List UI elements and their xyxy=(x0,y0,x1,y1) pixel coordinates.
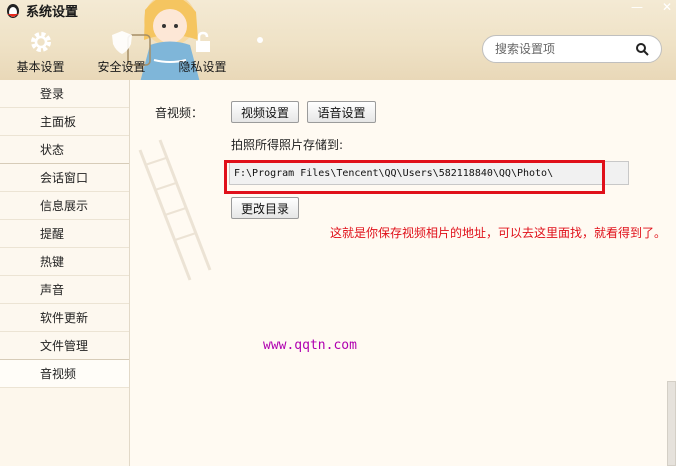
sidebar-item-sound[interactable]: 声音 xyxy=(0,276,129,304)
scrollbar[interactable] xyxy=(667,80,676,466)
sidebar-item-audio-video[interactable]: 音视频 xyxy=(0,360,129,388)
sidebar-item-hotkey[interactable]: 热键 xyxy=(0,248,129,276)
search-box[interactable] xyxy=(482,35,662,63)
sidebar-item-reminder[interactable]: 提醒 xyxy=(0,220,129,248)
tab-label: 隐私设置 xyxy=(178,60,227,74)
title-bar: 系统设置 xyxy=(4,1,79,20)
sidebar-item-chat-window[interactable]: 会话窗口 xyxy=(0,164,129,192)
qq-penguin-icon xyxy=(7,4,19,18)
sidebar-item-login[interactable]: 登录 xyxy=(0,80,129,108)
video-settings-button[interactable]: 视频设置 xyxy=(231,101,299,123)
tab-privacy-settings[interactable]: 隐私设置 xyxy=(162,24,243,76)
tab-label: 安全设置 xyxy=(97,60,146,74)
sidebar-item-main-panel[interactable]: 主面板 xyxy=(0,108,129,136)
search-input[interactable] xyxy=(495,40,625,58)
minimize-button[interactable]: — xyxy=(630,0,644,14)
header-banner: 系统设置 — ✕ 基本设置 安全设置 隐私设置 xyxy=(0,0,676,80)
gear-icon xyxy=(30,32,51,52)
section-label-audio-video: 音视频： xyxy=(155,106,204,120)
tab-label: 基本设置 xyxy=(16,60,65,74)
main-panel: 音视频： 视频设置 语音设置 拍照所得照片存储到: 更改目录 这就是你保存视频相… xyxy=(130,80,676,466)
settings-sidebar: 登录 主面板 状态 会话窗口 信息展示 提醒 热键 声音 软件更新 文件管理 音… xyxy=(0,80,130,466)
annotation-text: 这就是你保存视频相片的地址，可以去这里面找，就看得到了。 xyxy=(330,226,667,240)
search-icon[interactable] xyxy=(635,42,649,56)
sidebar-item-info-display[interactable]: 信息展示 xyxy=(0,192,129,220)
window-title: 系统设置 xyxy=(26,4,79,20)
tab-security-settings[interactable]: 安全设置 xyxy=(81,24,162,76)
tab-basic-settings[interactable]: 基本设置 xyxy=(0,24,81,76)
shield-icon xyxy=(111,31,132,54)
scrollbar-thumb[interactable] xyxy=(667,381,676,466)
change-directory-button[interactable]: 更改目录 xyxy=(231,197,299,219)
close-button[interactable]: ✕ xyxy=(660,0,674,14)
sidebar-item-file-management[interactable]: 文件管理 xyxy=(0,332,129,360)
lock-icon xyxy=(195,31,210,52)
window-controls: — ✕ xyxy=(630,0,674,14)
sidebar-item-software-update[interactable]: 软件更新 xyxy=(0,304,129,332)
sidebar-item-status[interactable]: 状态 xyxy=(0,136,129,164)
audio-settings-button[interactable]: 语音设置 xyxy=(307,101,376,123)
photo-path-label: 拍照所得照片存储到: xyxy=(231,138,344,152)
watermark-text: www.qqtn.com xyxy=(263,338,357,353)
highlight-annotation-box xyxy=(224,160,605,194)
top-tabs: 基本设置 安全设置 隐私设置 xyxy=(0,24,243,76)
